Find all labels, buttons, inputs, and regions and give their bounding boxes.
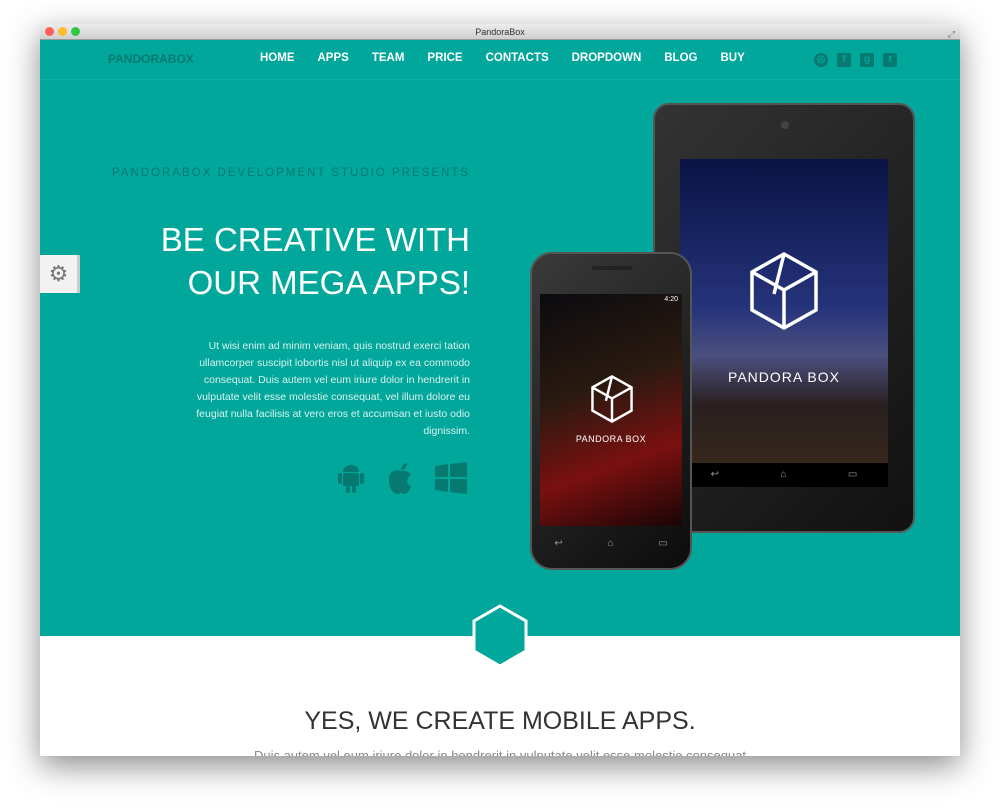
phone-mockup: 4:20 PANDORA BOX ↩ ⌂ ▭ <box>530 252 692 570</box>
phone-screen: 4:20 PANDORA BOX <box>540 294 682 526</box>
close-button[interactable] <box>45 27 54 36</box>
nav-buy[interactable]: BUY <box>720 52 744 64</box>
windows-icon[interactable] <box>435 462 467 496</box>
android-icon[interactable] <box>335 462 367 496</box>
settings-gear-icon[interactable]: ⚙ <box>40 255 80 293</box>
phone-time: 4:20 <box>664 296 678 303</box>
apple-icon[interactable] <box>385 462 417 496</box>
hero-title: BE CREATIVE WITH OUR MEGA APPS! <box>161 218 470 304</box>
zoom-button[interactable] <box>71 27 80 36</box>
logo[interactable]: PANDORABOX <box>108 52 194 66</box>
facebook-icon[interactable]: f <box>837 53 851 67</box>
browser-window: PandoraBox ⤢ PANDORABOX HOME APPS TEAM P… <box>40 24 960 756</box>
hero-title-line1: BE CREATIVE WITH <box>160 221 470 258</box>
title-bar: PandoraBox ⤢ <box>40 24 960 40</box>
section-subtitle: Duis autem vel eum iriure dolor in hendr… <box>253 748 747 756</box>
nav-blog[interactable]: BLOG <box>664 52 697 64</box>
hero-pretitle: PANDORABOX DEVELOPMENT STUDIO PRESENTS <box>111 167 470 179</box>
section-title: YES, WE CREATE MOBILE APPS. <box>304 707 696 735</box>
google-plus-icon[interactable]: g <box>860 53 874 67</box>
nav-team[interactable]: TEAM <box>372 52 405 64</box>
navbar: PANDORABOX HOME APPS TEAM PRICE CONTACTS… <box>40 40 960 80</box>
minimize-button[interactable] <box>58 27 67 36</box>
hero-title-line2: OUR MEGA APPS! <box>187 264 470 301</box>
nav-home[interactable]: HOME <box>260 52 295 64</box>
hero-description: Ut wisi enim ad minim veniam, quis nostr… <box>196 340 470 437</box>
hero-section: PANDORABOX HOME APPS TEAM PRICE CONTACTS… <box>40 40 960 636</box>
tablet-screen: PANDORA BOX ↩ ⌂ ▭ <box>680 159 888 487</box>
nav-apps[interactable]: APPS <box>318 52 349 64</box>
dribbble-icon[interactable]: ◎ <box>814 53 828 67</box>
nav-price[interactable]: PRICE <box>427 52 462 64</box>
phone-app-label: PANDORA BOX <box>575 434 647 444</box>
window-title: PandoraBox <box>475 27 525 37</box>
tablet-app-label: PANDORA BOX <box>728 369 840 385</box>
tablet-mockup: PANDORA BOX ↩ ⌂ ▭ <box>653 103 915 533</box>
twitter-icon[interactable]: t <box>883 53 897 67</box>
hexagon-icon <box>472 604 528 668</box>
nav-dropdown[interactable]: DROPDOWN <box>572 52 642 64</box>
nav-contacts[interactable]: CONTACTS <box>486 52 549 64</box>
